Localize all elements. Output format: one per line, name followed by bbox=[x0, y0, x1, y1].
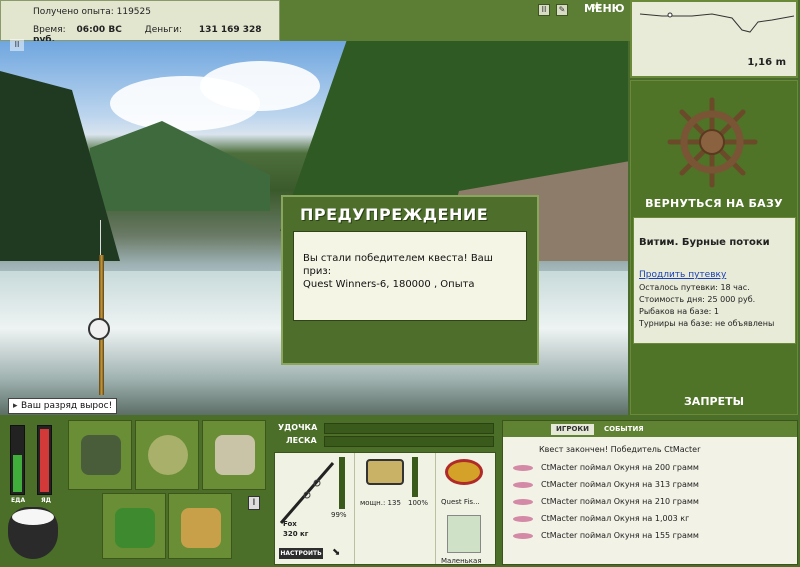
location-info: Витим. Бурные потоки Продлить путевку Ос… bbox=[633, 217, 796, 344]
depth-chart bbox=[639, 12, 795, 33]
warning-line-1: Вы стали победителем квеста! Ваш приз: bbox=[303, 253, 493, 277]
rank-tip-text: Ваш разряд вырос! bbox=[21, 401, 113, 411]
xp-value: 119525 bbox=[116, 7, 151, 17]
notebook-slot[interactable] bbox=[202, 420, 266, 490]
rod-condition-bar bbox=[339, 457, 345, 509]
line-spool-icon bbox=[445, 459, 483, 485]
notebook-icon bbox=[215, 435, 255, 475]
anglers-count: Рыбаков на базе: 1 bbox=[639, 307, 719, 316]
mountain bbox=[90, 121, 270, 211]
bait-bag-slot[interactable] bbox=[135, 420, 199, 490]
reel-image-icon bbox=[366, 459, 404, 485]
reel-condition: 100% bbox=[408, 499, 429, 507]
extend-permit-link[interactable]: Продлить путевку bbox=[639, 270, 790, 280]
warning-line-2: Quest Winners-6, 180000 , Опыта bbox=[303, 279, 475, 290]
arrow-icon: ▸ bbox=[13, 401, 18, 411]
reel-cell[interactable]: мощн.: 135 100% bbox=[356, 453, 436, 564]
poison-meter bbox=[37, 425, 52, 495]
fish-icon bbox=[513, 481, 533, 488]
events-header: Квест закончен! Победитель CtMacter bbox=[539, 445, 701, 454]
food-in-pot bbox=[12, 509, 54, 525]
reel-icon[interactable] bbox=[88, 318, 110, 340]
money-label: Деньги: bbox=[144, 25, 183, 35]
xp-label: Получено опыта: bbox=[33, 7, 114, 17]
tournaments-info: Турниры на базе: не объявлены bbox=[639, 319, 775, 328]
events-tabs: ИГРОКИ СОБЫТИЯ bbox=[503, 421, 797, 437]
day-cost: Стоимость дня: 25 000 руб. bbox=[639, 295, 756, 304]
list-item: CtMacter поймал Окуня на 155 грамм bbox=[513, 531, 793, 543]
reel-condition-bar bbox=[412, 457, 418, 497]
scene-pause-icon[interactable]: II bbox=[10, 39, 24, 51]
float-marker bbox=[667, 12, 673, 18]
permit-remaining: Осталось путевки: 18 час. bbox=[639, 283, 750, 292]
location-name: Витим. Бурные потоки bbox=[639, 237, 770, 248]
backpack-icon bbox=[81, 435, 121, 475]
fishing-line bbox=[100, 220, 101, 260]
player-stats: Получено опыта: 119525 Время: 06:00 ВС Д… bbox=[0, 0, 280, 45]
rod-tension-bar bbox=[324, 423, 494, 434]
poison-label: ЯД bbox=[41, 497, 51, 504]
line-tension-bar bbox=[324, 436, 494, 447]
bait-icon bbox=[447, 515, 481, 553]
tab-events[interactable]: СОБЫТИЯ bbox=[599, 424, 649, 435]
food-level bbox=[13, 454, 22, 492]
expand-arrow-icon[interactable]: ⬊ bbox=[332, 547, 340, 558]
bait-bag-icon bbox=[148, 435, 188, 475]
rod-name: Fox bbox=[283, 520, 297, 528]
depth-value: 1,16 m bbox=[747, 57, 786, 68]
cloud bbox=[200, 61, 320, 111]
fish-icon bbox=[513, 498, 533, 505]
bucket-icon bbox=[181, 508, 221, 548]
pause-icon[interactable]: II bbox=[538, 4, 550, 16]
list-item: CtMacter поймал Окуня на 313 грамм bbox=[513, 480, 793, 492]
wrench-icon[interactable]: ✎ bbox=[556, 4, 568, 16]
list-item: CtMacter поймал Окуня на 200 грамм bbox=[513, 463, 793, 475]
fish-icon bbox=[513, 532, 533, 539]
poison-level bbox=[40, 429, 49, 492]
warning-title: ПРЕДУПРЕЖДЕНИЕ bbox=[300, 205, 489, 224]
food-meter bbox=[10, 425, 25, 495]
reel-power: мощн.: 135 bbox=[360, 499, 401, 507]
bait-name: Маленькая bbox=[441, 557, 482, 565]
menu-button[interactable]: МЕНЮ bbox=[584, 2, 625, 22]
basket-icon bbox=[115, 508, 155, 548]
time-value: 06:00 ВС bbox=[76, 25, 122, 35]
ship-wheel-icon[interactable] bbox=[665, 95, 760, 190]
rod-icon bbox=[279, 462, 335, 524]
events-panel: ИГРОКИ СОБЫТИЯ Квест закончен! Победител… bbox=[502, 420, 798, 565]
line-label: ЛЕСКА bbox=[286, 436, 317, 445]
line-bait-cell[interactable]: Quest Fis... Маленькая bbox=[437, 453, 495, 565]
rod-label: УДОЧКА bbox=[278, 423, 318, 432]
xp-row: Получено опыта: 119525 bbox=[33, 7, 151, 17]
rod-condition: 99% bbox=[331, 511, 347, 519]
food-label: ЕДА bbox=[11, 497, 26, 504]
tab-players[interactable]: ИГРОКИ bbox=[551, 424, 594, 435]
time-label: Время: bbox=[33, 25, 66, 35]
rod-weight: 320 кг bbox=[283, 530, 309, 538]
list-item: CtMacter поймал Окуня на 210 грамм bbox=[513, 497, 793, 509]
fish-icon bbox=[513, 515, 533, 522]
return-to-base-button[interactable]: ВЕРНУТЬСЯ НА БАЗУ bbox=[630, 197, 798, 210]
line-name: Quest Fis... bbox=[441, 498, 480, 506]
basket-slot[interactable] bbox=[102, 493, 166, 559]
fish-icon bbox=[513, 464, 533, 471]
depth-profile: 1,16 m bbox=[630, 0, 798, 78]
rank-up-tooltip: ▸ Ваш разряд вырос! bbox=[8, 398, 118, 414]
list-item: CtMacter поймал Окуня на 1,003 кг bbox=[513, 514, 793, 526]
warning-message: Вы стали победителем квеста! Ваш приз: Q… bbox=[293, 231, 527, 321]
bans-button[interactable]: ЗАПРЕТЫ bbox=[630, 395, 798, 408]
bucket-slot[interactable] bbox=[168, 493, 232, 559]
backpack-slot[interactable] bbox=[68, 420, 132, 490]
tune-button[interactable]: НАСТРОИТЬ bbox=[279, 548, 323, 559]
panel-toggle-button[interactable]: I bbox=[248, 496, 260, 510]
